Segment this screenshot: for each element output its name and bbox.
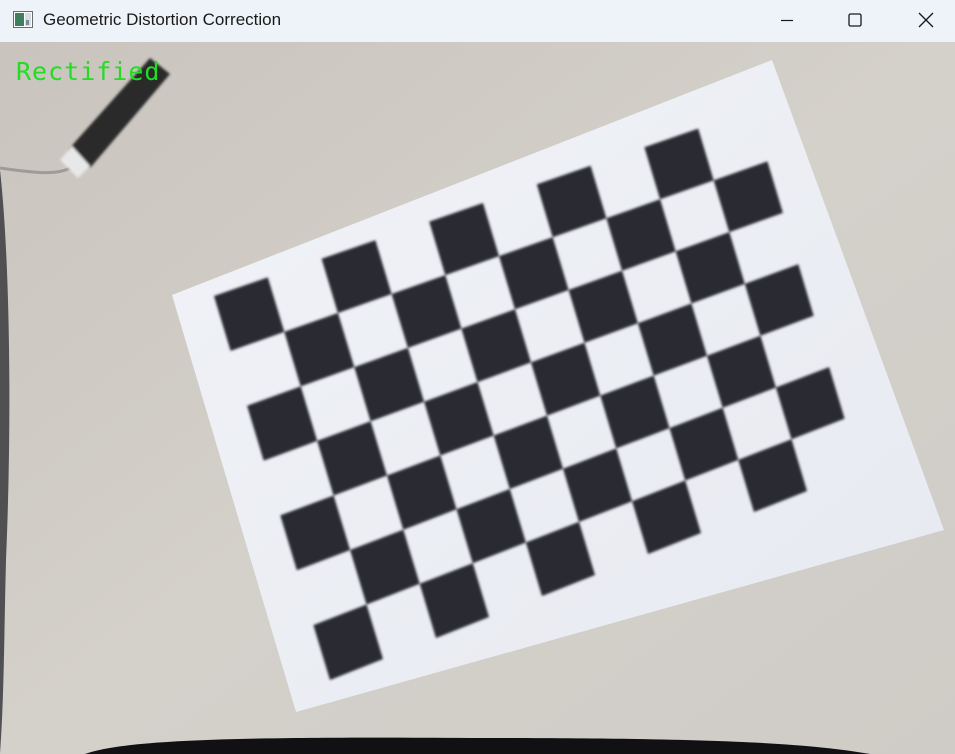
maximize-button[interactable] xyxy=(832,0,878,40)
close-button[interactable] xyxy=(903,0,949,40)
opencv-window-icon xyxy=(13,11,33,28)
title-bar[interactable]: Geometric Distortion Correction xyxy=(0,0,955,42)
camera-frame: Rectified xyxy=(0,42,955,754)
minimize-button[interactable] xyxy=(764,0,810,40)
close-icon xyxy=(918,12,934,28)
minimize-icon xyxy=(781,19,793,22)
checkerboard-image xyxy=(0,42,955,754)
window-title: Geometric Distortion Correction xyxy=(43,10,282,29)
status-overlay-text: Rectified xyxy=(16,57,161,86)
maximize-icon xyxy=(848,13,862,27)
image-window: Geometric Distortion Correction Rectifie… xyxy=(0,0,955,754)
